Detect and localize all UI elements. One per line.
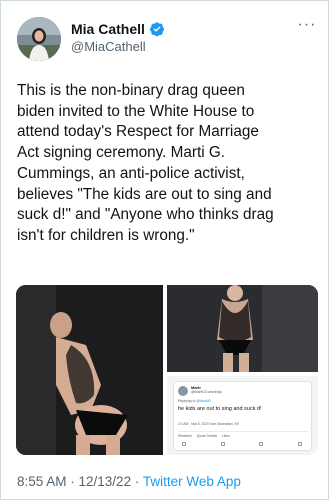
- like-icon: [259, 442, 264, 446]
- share-icon: [297, 442, 302, 446]
- more-horizontal-icon[interactable]: ···: [297, 17, 317, 35]
- verified-badge-icon: [149, 22, 164, 37]
- author-handle[interactable]: @MiaCathell: [71, 38, 165, 56]
- tweet-meta: 8:55 AM · 12/13/22 · Twitter Web App: [17, 474, 241, 489]
- photo-left-image: [16, 285, 163, 455]
- tweet-card: Mia Cathell @MiaCathell ··· This is the …: [0, 0, 329, 500]
- avatar-image: [17, 17, 61, 61]
- quoted-time: 2:0 AM · Mar 8, 2020 from Manhattan, NY: [178, 422, 240, 426]
- author-display-name[interactable]: Mia Cathell: [71, 20, 145, 38]
- avatar[interactable]: [17, 17, 61, 61]
- quoted-actions: [182, 442, 302, 446]
- quoted-reply-prefix: Replying to: [178, 399, 196, 403]
- quoted-stat: Retweets: [178, 434, 192, 438]
- tweet-text: This is the non-binary drag queen biden …: [17, 82, 274, 244]
- quoted-handle: @MartiGCummings: [191, 390, 222, 394]
- photo-left[interactable]: [16, 285, 163, 455]
- quoted-avatar: [178, 386, 188, 396]
- quoted-stat: Quote Tweets: [196, 434, 218, 438]
- quoted-text: he kids are out to sing and suck d!: [178, 406, 262, 412]
- photo-right-image: [167, 285, 318, 372]
- tweet-timestamp[interactable]: 8:55 AM · 12/13/22 ·: [17, 474, 143, 489]
- tweet-media: Marti @MartiGCummings Replying to @david…: [16, 285, 318, 455]
- photo-right[interactable]: [167, 285, 318, 372]
- quoted-tweet-card: Marti @MartiGCummings Replying to @david…: [173, 381, 312, 451]
- quoted-reply-line: Replying to @davidG: [178, 399, 211, 403]
- quoted-tweet-screenshot[interactable]: Marti @MartiGCummings Replying to @david…: [167, 376, 318, 455]
- quoted-reply-to: @davidG: [196, 399, 212, 403]
- tweet-source-link[interactable]: Twitter Web App: [143, 474, 241, 489]
- author-names: Mia Cathell @MiaCathell: [71, 20, 165, 56]
- author-display-name-row[interactable]: Mia Cathell: [71, 20, 165, 38]
- reply-icon: [182, 442, 186, 446]
- retweet-icon: [220, 442, 225, 446]
- quoted-stat: Likes: [222, 434, 230, 438]
- quoted-stats: Retweets Quote Tweets Likes: [178, 431, 308, 438]
- tweet-header: Mia Cathell @MiaCathell ···: [17, 17, 317, 61]
